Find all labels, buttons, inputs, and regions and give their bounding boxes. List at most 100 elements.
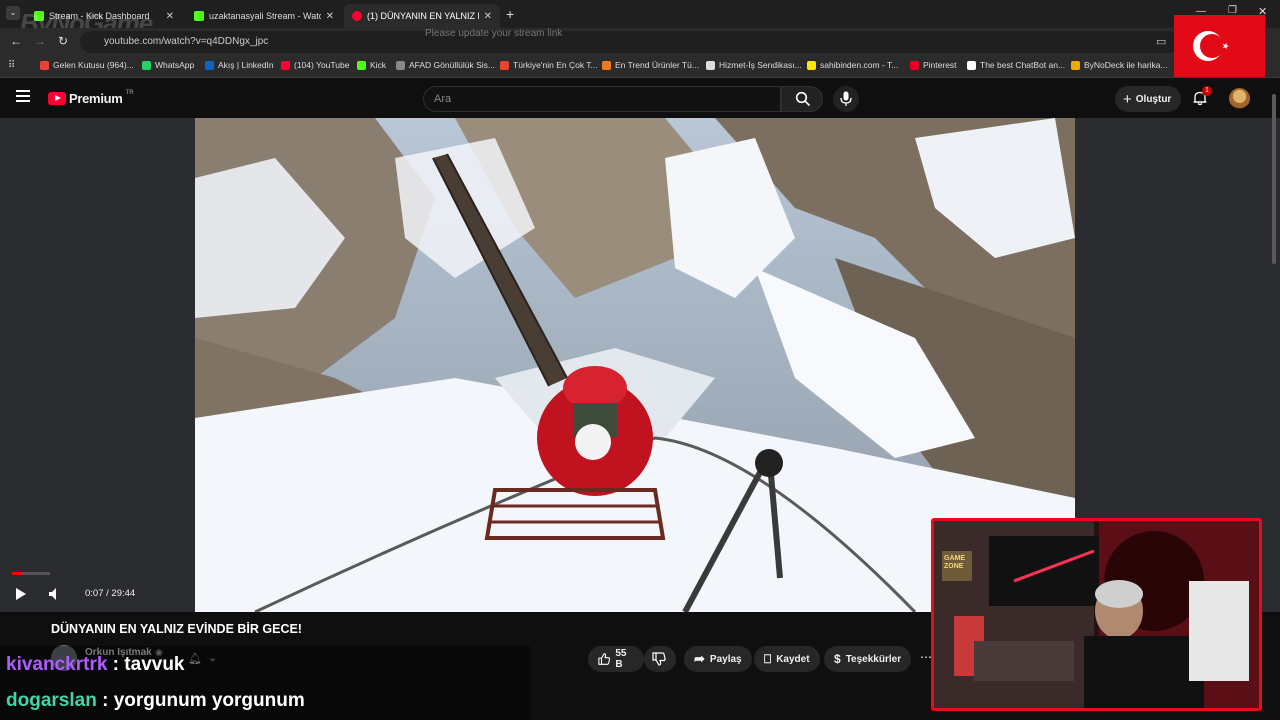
bookmark-favicon-icon bbox=[396, 60, 405, 70]
chat-separator: : bbox=[96, 690, 114, 711]
scrollbar-thumb[interactable] bbox=[1272, 94, 1276, 264]
bookmark-item[interactable]: Akış | LinkedIn bbox=[205, 60, 274, 70]
forward-icon[interactable]: → bbox=[34, 34, 46, 48]
notification-count-badge: 1 bbox=[1202, 86, 1212, 96]
new-tab-button[interactable]: + bbox=[506, 6, 514, 22]
bookmark-favicon-icon bbox=[357, 60, 366, 70]
volume-icon bbox=[49, 588, 56, 600]
youtube-favicon-icon bbox=[352, 11, 362, 21]
tab-close-icon[interactable]: ✕ bbox=[326, 11, 334, 22]
bookmark-favicon-icon bbox=[142, 60, 151, 70]
bookmark-item[interactable]: (104) YouTube bbox=[281, 60, 349, 70]
bookmark-favicon-icon bbox=[281, 60, 290, 70]
progress-fill bbox=[12, 572, 22, 575]
tab-youtube-video[interactable]: (1) DÜNYANIN EN YALNIZ EVİN ✕ bbox=[344, 4, 500, 28]
thanks-button[interactable]: $ Teşekkürler bbox=[824, 646, 912, 672]
play-button[interactable] bbox=[15, 587, 27, 606]
browser-tab-bar: ⌄ Stream - Kick Dashboard ✕ uzaktanasyal… bbox=[0, 0, 1280, 28]
volume-button[interactable] bbox=[48, 587, 62, 606]
thumbs-down-icon bbox=[652, 652, 666, 666]
apps-grid-icon[interactable]: ⠿ bbox=[8, 60, 15, 71]
bookmark-item[interactable]: Kick bbox=[357, 60, 386, 70]
url-text: youtube.com/watch?v=q4DDNgx_jpc bbox=[104, 36, 269, 47]
bookmark-label: Kick bbox=[370, 60, 387, 70]
search-button[interactable] bbox=[781, 86, 823, 112]
microphone-icon bbox=[840, 91, 852, 106]
bookmark-favicon-icon bbox=[967, 60, 976, 70]
tab-label: uzaktanasyali Stream - Watch L bbox=[209, 11, 321, 21]
bookmark-favicon-icon bbox=[40, 60, 49, 70]
chat-message: kivanckrtrk : tavvuk bbox=[6, 654, 185, 676]
search-input[interactable]: Ara bbox=[423, 86, 781, 112]
tab-label: (1) DÜNYANIN EN YALNIZ EVİN bbox=[367, 11, 479, 21]
stream-link-hint: Please update your stream link bbox=[425, 28, 563, 39]
like-button[interactable]: 55 B bbox=[588, 646, 644, 672]
bookmark-item[interactable]: Pinterest bbox=[910, 60, 957, 70]
bookmark-favicon-icon bbox=[602, 60, 611, 70]
tab-close-icon[interactable]: ✕ bbox=[484, 11, 492, 22]
address-bar-row: ← → ↻ youtube.com/watch?v=q4DDNgx_jpc Pl… bbox=[0, 28, 1280, 56]
webcam-feed-image bbox=[934, 521, 1259, 708]
turkey-flag-icon bbox=[1193, 31, 1229, 61]
bookmark-favicon-icon bbox=[500, 60, 509, 70]
thumbs-up-icon bbox=[598, 653, 611, 665]
bookmark-favicon-icon bbox=[807, 60, 816, 70]
tab-close-icon[interactable]: ✕ bbox=[166, 11, 174, 22]
page-scrollbar[interactable] bbox=[1270, 84, 1278, 684]
bookmark-label: ByNoDeck ile harika... bbox=[1084, 60, 1168, 70]
chat-separator: : bbox=[107, 654, 125, 675]
youtube-play-icon bbox=[48, 92, 66, 105]
bookmark-label: Gelen Kutusu (964)... bbox=[53, 60, 134, 70]
tab-search-button[interactable]: ⌄ bbox=[6, 6, 20, 20]
bookmark-label: En Trend Ürünler Tü... bbox=[615, 60, 699, 70]
time-display: 0:07 / 29:44 bbox=[85, 588, 136, 599]
bookmark-item[interactable]: Gelen Kutusu (964)... bbox=[40, 60, 134, 70]
tab-label: Stream - Kick Dashboard bbox=[49, 11, 150, 21]
youtube-logo[interactable]: Premium TR bbox=[48, 89, 134, 106]
turkey-flag-overlay bbox=[1174, 15, 1265, 77]
premium-label: Premium bbox=[69, 91, 123, 106]
bookmark-label: Akış | LinkedIn bbox=[218, 60, 274, 70]
voice-search-button[interactable] bbox=[833, 86, 859, 112]
bookmark-item[interactable]: Hizmet-İş Sendikası... bbox=[706, 60, 802, 70]
reload-icon[interactable]: ↻ bbox=[58, 34, 68, 48]
bookmark-icon: ⎕ bbox=[764, 651, 772, 666]
bookmark-label: Türkiye'nin En Çok T... bbox=[513, 60, 598, 70]
like-count: 55 B bbox=[615, 648, 627, 670]
create-label: Oluştur bbox=[1135, 93, 1172, 105]
chat-username: kivanckrtrk bbox=[6, 654, 108, 675]
bookmark-favicon-icon bbox=[910, 60, 919, 70]
chat-username: dogarslan bbox=[6, 690, 97, 711]
menu-hamburger-icon[interactable] bbox=[16, 90, 30, 102]
progress-bar[interactable] bbox=[12, 572, 50, 575]
avatar[interactable] bbox=[1229, 88, 1250, 109]
bookmark-item[interactable]: AFAD Gönüllülük Sis... bbox=[396, 60, 495, 70]
bookmark-item[interactable]: The best ChatBot an... bbox=[967, 60, 1065, 70]
create-button[interactable]: + Oluştur bbox=[1115, 86, 1181, 112]
share-label: Paylaş bbox=[709, 653, 742, 665]
bookmark-item[interactable]: En Trend Ürünler Tü... bbox=[602, 60, 699, 70]
region-code: TR bbox=[125, 89, 134, 96]
back-icon[interactable]: ← bbox=[10, 34, 22, 48]
webcam-overlay: GAME ZONE bbox=[931, 518, 1262, 711]
video-title: DÜNYANIN EN YALNIZ EVİNDE BİR GECE! bbox=[51, 622, 302, 636]
bookmark-favicon-icon bbox=[205, 60, 214, 70]
bookmark-item[interactable]: ByNoDeck ile harika... bbox=[1071, 60, 1168, 70]
bookmark-label: The best ChatBot an... bbox=[980, 60, 1066, 70]
cast-icon[interactable]: ▭ bbox=[1156, 35, 1166, 48]
url-field[interactable]: youtube.com/watch?v=q4DDNgx_jpc bbox=[80, 31, 1180, 53]
dislike-button[interactable] bbox=[644, 646, 676, 672]
bookmark-label: sahibinden.com - T... bbox=[820, 60, 899, 70]
bookmark-item[interactable]: WhatsApp bbox=[142, 60, 194, 70]
share-button[interactable]: ➦ Paylaş bbox=[684, 646, 752, 672]
save-button[interactable]: ⎕ Kaydet bbox=[754, 646, 820, 672]
tab-kick-dashboard[interactable]: Stream - Kick Dashboard ✕ bbox=[26, 4, 182, 28]
bookmark-label: AFAD Gönüllülük Sis... bbox=[409, 60, 495, 70]
tab-kick-watch[interactable]: uzaktanasyali Stream - Watch L ✕ bbox=[186, 4, 342, 28]
notifications-button[interactable]: 1 bbox=[1192, 86, 1212, 111]
bookmark-favicon-icon bbox=[706, 60, 715, 70]
chat-message: dogarslan : yorgunum yorgunum bbox=[6, 690, 305, 712]
bookmark-item[interactable]: sahibinden.com - T... bbox=[807, 60, 898, 70]
kick-favicon-icon bbox=[194, 11, 204, 21]
bookmark-item[interactable]: Türkiye'nin En Çok T... bbox=[500, 60, 598, 70]
